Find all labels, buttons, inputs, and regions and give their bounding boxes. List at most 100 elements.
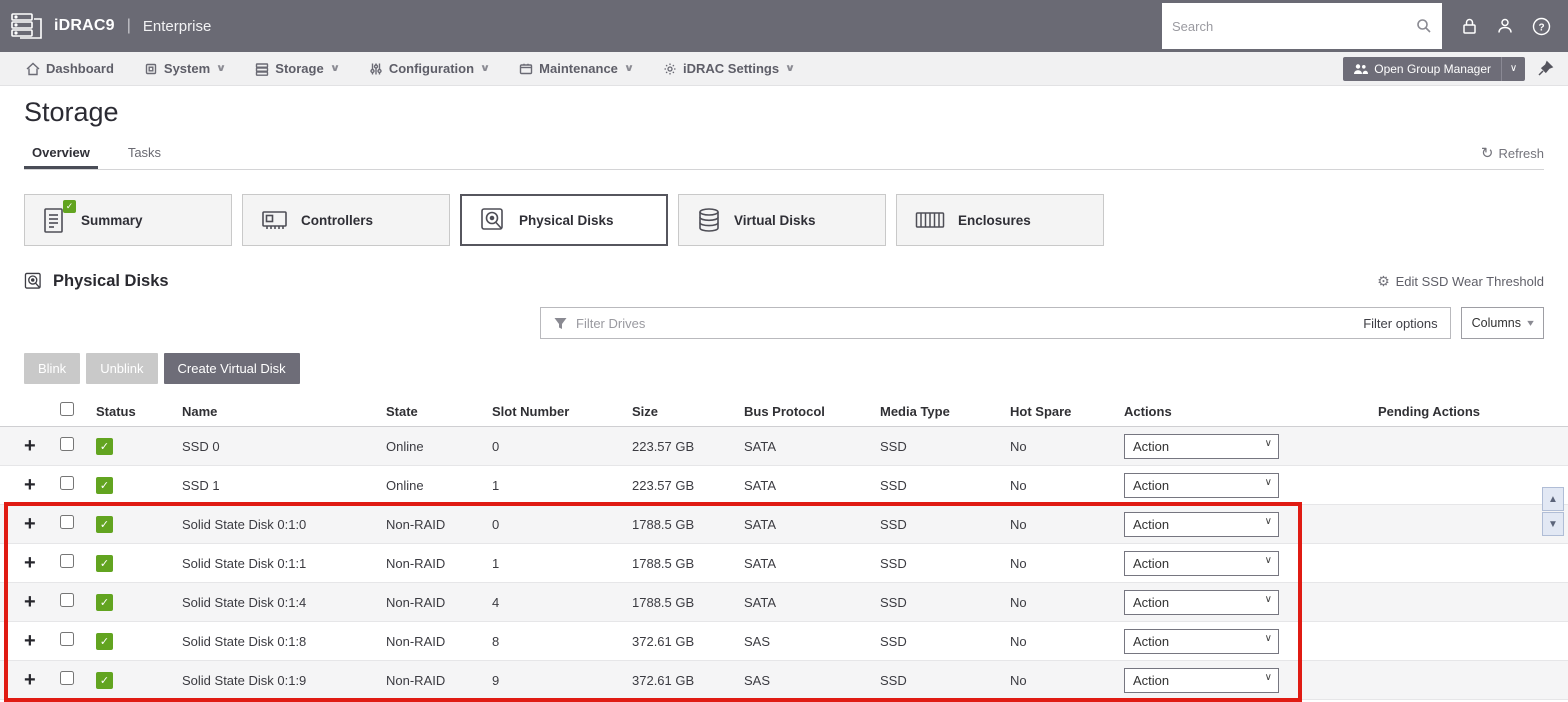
table-row: + ✓ Solid State Disk 0:1:8 Non-RAID 8 37… [0, 622, 1568, 661]
disk-size: 223.57 GB [632, 438, 695, 454]
main-nav: Dashboard System ∨ Storage ∨ Configurati… [0, 52, 1568, 86]
select-all-checkbox[interactable] [60, 402, 74, 416]
refresh-icon: ↻ [1480, 145, 1494, 162]
disk-name: SSD 0 [182, 438, 220, 454]
refresh-button[interactable]: ↻ Refresh [1481, 146, 1544, 169]
disk-hot-spare: No [1010, 516, 1027, 532]
row-action-select[interactable]: Action [1124, 589, 1279, 615]
filter-options-link[interactable]: Filter options [1363, 316, 1437, 331]
expand-row-button[interactable]: + [24, 631, 48, 651]
nav-item-configuration[interactable]: Configuration ∨ [369, 61, 490, 76]
status-cell: ✓ [96, 554, 182, 572]
main-content: Storage Overview Tasks ↻ Refresh ✓ Summa… [0, 94, 1568, 700]
row-checkbox[interactable] [60, 592, 74, 607]
row-checkbox[interactable] [60, 670, 74, 685]
scroll-up-button[interactable]: ▲ [1542, 487, 1564, 511]
create-virtual-disk-button[interactable]: Create Virtual Disk [163, 353, 300, 384]
expand-row-button[interactable]: + [24, 553, 48, 573]
row-action-select[interactable]: Action [1124, 433, 1279, 459]
nav-item-storage[interactable]: Storage ∨ [255, 61, 341, 76]
search-input[interactable] [1172, 18, 1416, 34]
card-controllers[interactable]: Controllers [242, 194, 450, 246]
section-title: Physical Disks [53, 272, 169, 290]
disk-bus-protocol: SAS [744, 672, 771, 688]
nav-item-maintenance[interactable]: Maintenance ∨ [519, 61, 634, 76]
column-header-state: State [386, 404, 418, 419]
user-icon[interactable] [1494, 15, 1516, 37]
tab-tasks[interactable]: Tasks [120, 145, 169, 169]
header-icons: ? [1442, 15, 1568, 37]
open-group-manager-button[interactable]: Open Group Manager [1343, 56, 1501, 81]
blink-button[interactable]: Blink [24, 353, 81, 384]
expand-row-button[interactable]: + [24, 475, 48, 495]
table-row: + ✓ SSD 0 Online 0 223.57 GB SATA SSD No… [0, 427, 1568, 466]
row-checkbox[interactable] [60, 631, 74, 646]
brand-name: iDRAC9 [54, 17, 115, 34]
edit-ssd-wear-threshold-link[interactable]: ⚙ Edit SSD Wear Threshold [1377, 273, 1544, 290]
status-ok-icon: ✓ [96, 476, 113, 494]
row-checkbox[interactable] [60, 436, 74, 451]
row-checkbox[interactable] [60, 553, 74, 568]
lock-icon[interactable] [1458, 15, 1480, 37]
expand-row-button[interactable]: + [24, 514, 48, 534]
expand-row-button[interactable]: + [24, 436, 48, 456]
filter-drives-input[interactable] [576, 315, 1356, 331]
actions-cell: Action [1124, 511, 1306, 537]
chevron-down-icon: ∨ [329, 63, 341, 74]
disk-media-type: SSD [880, 516, 907, 532]
row-action-select[interactable]: Action [1124, 550, 1279, 576]
row-action-select[interactable]: Action [1124, 472, 1279, 498]
row-action-select[interactable]: Action [1124, 667, 1279, 693]
select-all-cell [60, 402, 96, 421]
actions-cell: Action [1124, 433, 1306, 459]
expand-row-button[interactable]: + [24, 592, 48, 612]
top-header: iDRAC9 | Enterprise Search ? [0, 0, 1568, 52]
home-icon [26, 62, 40, 76]
row-checkbox[interactable] [60, 475, 74, 490]
disk-size: 372.61 GB [632, 672, 695, 688]
disk-slot-number: 9 [492, 672, 500, 688]
card-virtual-disks[interactable]: Virtual Disks [678, 194, 886, 246]
maintenance-icon [519, 62, 533, 76]
disk-slot-number: 4 [492, 594, 500, 610]
idrac-settings-icon [663, 62, 677, 76]
unblink-button[interactable]: Unblink [86, 353, 158, 384]
brand-separator: | [126, 17, 131, 34]
search-box [1162, 3, 1442, 49]
disk-hot-spare: No [1010, 477, 1027, 493]
chevron-down-icon: ▾ [1527, 317, 1534, 329]
table-row: + ✓ Solid State Disk 0:1:1 Non-RAID 1 17… [0, 544, 1568, 583]
system-icon [144, 62, 158, 76]
row-action-select[interactable]: Action [1124, 511, 1279, 537]
controllers-icon [261, 208, 288, 232]
scroll-down-button[interactable]: ▼ [1542, 512, 1564, 536]
expand-row-button[interactable]: + [24, 670, 48, 690]
help-icon[interactable]: ? [1530, 15, 1552, 37]
row-action-select[interactable]: Action [1124, 628, 1279, 654]
idrac-logo-icon [10, 11, 44, 41]
row-checkbox-cell [60, 436, 96, 456]
column-header-name: Name [182, 404, 218, 419]
columns-dropdown-button[interactable]: Columns ▾ [1460, 307, 1544, 339]
filter-drives-box: Filter options [540, 307, 1451, 339]
card-physical-disks[interactable]: Physical Disks [460, 194, 668, 246]
card-summary[interactable]: ✓ Summary [24, 194, 232, 246]
nav-item-dashboard[interactable]: Dashboard [26, 61, 114, 76]
status-cell: ✓ [96, 515, 182, 533]
configuration-icon [369, 62, 383, 76]
card-enclosures[interactable]: Enclosures [896, 194, 1104, 246]
pin-icon[interactable] [1537, 60, 1554, 77]
disk-state: Online [386, 438, 424, 454]
nav-item-idrac-settings[interactable]: iDRAC Settings ∨ [663, 61, 795, 76]
disk-name: Solid State Disk 0:1:0 [182, 516, 307, 532]
tab-overview[interactable]: Overview [24, 145, 98, 169]
column-header-size: Size [632, 404, 659, 419]
nav-item-system[interactable]: System ∨ [144, 61, 227, 76]
search-icon[interactable] [1416, 18, 1432, 34]
storage-icon [255, 62, 269, 76]
row-checkbox[interactable] [60, 514, 74, 529]
open-group-manager-caret-button[interactable]: ∨ [1501, 56, 1525, 81]
status-ok-icon: ✓ [96, 671, 113, 689]
disk-size: 223.57 GB [632, 477, 695, 493]
status-cell: ✓ [96, 671, 182, 689]
